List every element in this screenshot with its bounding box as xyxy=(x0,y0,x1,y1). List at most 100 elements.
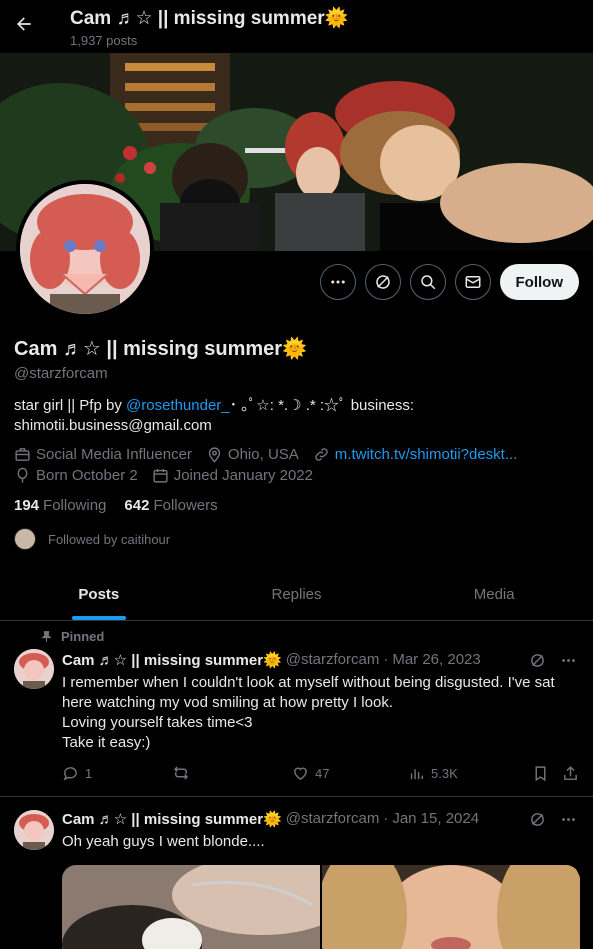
tweet-top-icons xyxy=(529,652,577,669)
followed-by-text: Followed by caitihour xyxy=(48,531,171,547)
profile-meta-row-2: Born October 2 Joined January 2022 xyxy=(14,467,321,484)
follow-stats: 194 Following 642 Followers xyxy=(14,497,218,514)
reply-button[interactable]: 1 xyxy=(62,765,172,782)
header-title: Cam ♬☆ || missing summer🌞 xyxy=(70,8,349,29)
bio-prefix: star girl || Pfp by xyxy=(14,397,126,414)
arrow-left-icon xyxy=(17,17,31,31)
bookmark-button[interactable] xyxy=(532,765,562,782)
search-icon xyxy=(420,275,435,290)
more-dots-icon[interactable] xyxy=(560,811,577,828)
grok-icon xyxy=(375,275,390,289)
reply-icon xyxy=(63,766,77,781)
bookmark-icon xyxy=(535,765,546,781)
message-button[interactable] xyxy=(454,264,491,300)
profile-tabs: Posts Replies Media xyxy=(0,568,593,621)
pinned-text: Pinned xyxy=(61,629,105,644)
grok-icon[interactable] xyxy=(529,652,546,669)
share-icon xyxy=(564,765,577,780)
repost-icon xyxy=(173,766,189,780)
website-link[interactable]: m.twitch.tv/shimotii?deskt... xyxy=(335,446,518,463)
pinned-label: Pinned xyxy=(40,629,104,644)
tab-replies[interactable]: Replies xyxy=(198,568,396,620)
location-text: Ohio, USA xyxy=(227,446,299,463)
briefcase-icon xyxy=(15,448,30,461)
envelope-icon xyxy=(465,276,480,288)
views-button[interactable]: 5.3K xyxy=(408,765,532,782)
location-item: Ohio, USA xyxy=(206,446,299,463)
media-photo-cat[interactable] xyxy=(62,865,320,949)
followers-link[interactable]: 642 Followers xyxy=(124,497,217,514)
category-text: Social Media Influencer xyxy=(36,446,192,463)
followed-by[interactable]: Followed by caitihour xyxy=(14,528,170,550)
following-label: Following xyxy=(43,497,107,514)
tweet-avatar[interactable] xyxy=(14,649,54,689)
top-bar: Cam ♬☆ || missing summer🌞 1,937 posts xyxy=(0,0,593,53)
tweet-author-name[interactable]: Cam ♬☆ || missing summer🌞 xyxy=(62,651,282,669)
like-count: 47 xyxy=(315,765,330,781)
joined-text: Joined January 2022 xyxy=(173,467,313,484)
grok-icon[interactable] xyxy=(529,811,546,828)
followers-count: 642 xyxy=(124,497,150,514)
link-icon xyxy=(315,448,328,461)
media-photo-selfie[interactable] xyxy=(322,865,580,949)
tweet-item[interactable]: Pinned Cam ♬☆ || missing summer🌞 @starzf… xyxy=(0,621,593,797)
posts-count: 1,937 posts xyxy=(70,33,138,48)
location-pin-icon xyxy=(208,447,221,463)
tweet-author-name[interactable]: Cam ♬☆ || missing summer🌞 xyxy=(62,810,282,828)
views-chart-icon xyxy=(410,768,423,779)
bio-suffix: ･ ｡ﾟ☆: *.☽ .* :☆ﾟ business: xyxy=(229,397,415,414)
pin-icon xyxy=(41,631,52,642)
tweet-header: Cam ♬☆ || missing summer🌞 @starzforcam ·… xyxy=(62,810,479,828)
tab-media[interactable]: Media xyxy=(395,568,593,620)
tweet-text: Oh yeah guys I went blonde.... xyxy=(62,833,265,850)
following-count: 194 xyxy=(14,497,40,514)
more-dots-icon xyxy=(330,280,345,284)
followers-label: Followers xyxy=(153,497,218,514)
profile-actions: Follow xyxy=(319,264,579,300)
website-item: m.twitch.tv/shimotii?deskt... xyxy=(313,446,518,463)
tweet-author-handle[interactable]: @starzforcam xyxy=(286,651,380,669)
following-link[interactable]: 194 Following xyxy=(14,497,106,514)
tweet-date[interactable]: Jan 15, 2024 xyxy=(392,810,479,828)
tweet-top-icons xyxy=(529,811,577,828)
balloon-icon xyxy=(17,467,28,483)
tweet-header: Cam ♬☆ || missing summer🌞 @starzforcam ·… xyxy=(62,651,481,669)
joined-item: Joined January 2022 xyxy=(152,467,313,484)
profile-handle: @starzforcam xyxy=(14,365,108,382)
tweet-avatar-image xyxy=(14,810,54,850)
avatar-image xyxy=(20,184,150,314)
birthday-item: Born October 2 xyxy=(14,467,138,484)
reply-count: 1 xyxy=(85,765,93,781)
profile-bio: star girl || Pfp by @rosethunder_･ ｡ﾟ☆: … xyxy=(14,396,579,436)
birthday-text: Born October 2 xyxy=(36,467,138,484)
more-dots-icon[interactable] xyxy=(560,652,577,669)
bio-email: shimotii.business@gmail.com xyxy=(14,417,212,434)
back-button[interactable] xyxy=(10,10,38,38)
tweet-avatar[interactable] xyxy=(14,810,54,850)
share-button[interactable] xyxy=(562,765,579,782)
search-profile-button[interactable] xyxy=(409,264,446,300)
tweet-item[interactable]: Cam ♬☆ || missing summer🌞 @starzforcam ·… xyxy=(0,798,593,949)
tweet-dot: · xyxy=(383,651,389,668)
grok-button[interactable] xyxy=(364,264,401,300)
repost-button[interactable] xyxy=(172,764,292,782)
more-button[interactable] xyxy=(319,264,356,300)
tweet-avatar-image xyxy=(14,649,54,689)
tweet-media[interactable] xyxy=(62,865,580,949)
category-item: Social Media Influencer xyxy=(14,446,192,463)
profile-avatar[interactable] xyxy=(16,180,154,318)
tweet-text: I remember when I couldn't look at mysel… xyxy=(62,674,555,751)
tweet-author-handle[interactable]: @starzforcam xyxy=(286,810,380,828)
profile-display-name: Cam ♬☆ || missing summer🌞 xyxy=(14,338,307,360)
follower-avatar xyxy=(14,528,36,550)
like-button[interactable]: 47 xyxy=(292,765,408,782)
heart-icon xyxy=(294,767,307,780)
tweet-actions: 1 47 5.3K xyxy=(62,764,582,782)
tab-posts[interactable]: Posts xyxy=(0,568,198,620)
follow-button[interactable]: Follow xyxy=(499,264,579,300)
view-count: 5.3K xyxy=(431,765,458,781)
tweet-date[interactable]: Mar 26, 2023 xyxy=(392,651,480,669)
profile-meta-row-1: Social Media Influencer Ohio, USA m.twit… xyxy=(14,446,525,463)
calendar-icon xyxy=(153,469,168,483)
bio-mention-link[interactable]: @rosethunder_ xyxy=(126,397,230,414)
